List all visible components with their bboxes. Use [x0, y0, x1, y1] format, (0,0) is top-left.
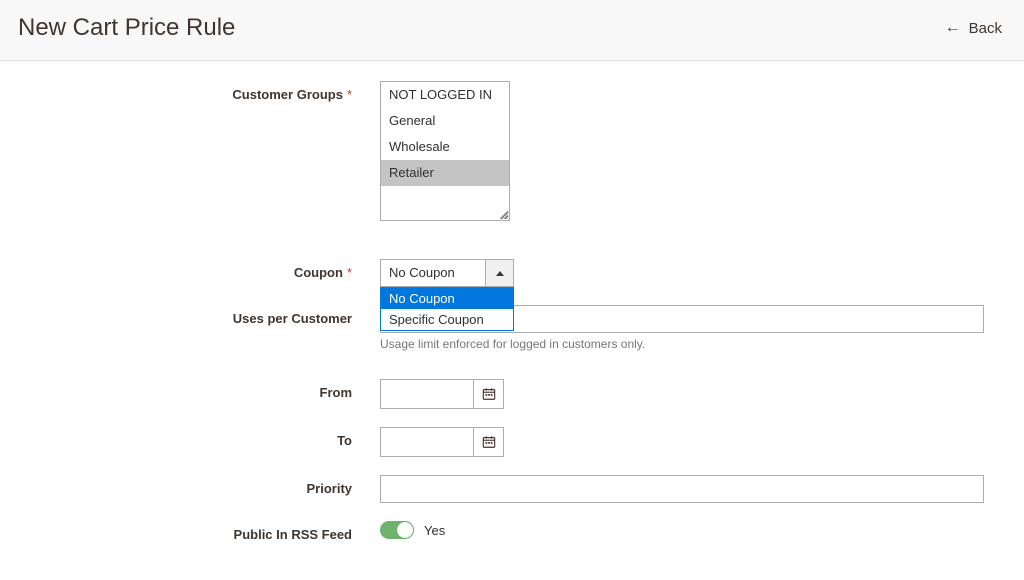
- calendar-icon: [482, 435, 496, 449]
- required-star: *: [347, 87, 352, 102]
- resize-handle-icon[interactable]: [497, 208, 509, 220]
- from-calendar-button[interactable]: [474, 379, 504, 409]
- toggle-knob: [397, 522, 413, 538]
- page-title: New Cart Price Rule: [18, 14, 235, 42]
- from-date-input[interactable]: [380, 379, 474, 409]
- back-button[interactable]: ← Back: [945, 19, 1002, 37]
- to-calendar-button[interactable]: [474, 427, 504, 457]
- field-to: To: [0, 427, 1004, 457]
- public-rss-toggle[interactable]: [380, 521, 414, 539]
- label-from: From: [0, 379, 380, 400]
- page-header: New Cart Price Rule ← Back: [0, 0, 1024, 61]
- customer-groups-multiselect[interactable]: NOT LOGGED INGeneralWholesaleRetailer: [380, 81, 510, 221]
- label-customer-groups: Customer Groups*: [0, 81, 380, 102]
- coupon-option[interactable]: No Coupon: [381, 288, 513, 309]
- field-public-rss: Public In RSS Feed Yes: [0, 521, 1004, 542]
- label-coupon: Coupon*: [0, 259, 380, 280]
- label-priority: Priority: [0, 475, 380, 496]
- coupon-select[interactable]: No Coupon No CouponSpecific Coupon: [380, 259, 514, 287]
- form: Customer Groups* NOT LOGGED INGeneralWho…: [0, 61, 1024, 580]
- label-uses-per-customer: Uses per Customer: [0, 305, 380, 326]
- field-coupon: Coupon* No Coupon No CouponSpecific Coup…: [0, 259, 1004, 287]
- uses-per-customer-hint: Usage limit enforced for logged in custo…: [380, 337, 984, 351]
- coupon-select-value: No Coupon: [380, 259, 486, 287]
- arrow-left-icon: ←: [945, 19, 961, 37]
- field-customer-groups: Customer Groups* NOT LOGGED INGeneralWho…: [0, 81, 1004, 221]
- customer-group-option[interactable]: NOT LOGGED IN: [381, 82, 509, 108]
- field-priority: Priority: [0, 475, 1004, 503]
- coupon-option[interactable]: Specific Coupon: [381, 309, 513, 330]
- public-rss-state-label: Yes: [424, 523, 445, 538]
- field-from: From: [0, 379, 1004, 409]
- label-to: To: [0, 427, 380, 448]
- customer-group-option[interactable]: Wholesale: [381, 134, 509, 160]
- coupon-select-toggle[interactable]: [486, 259, 514, 287]
- priority-input[interactable]: [380, 475, 984, 503]
- calendar-icon: [482, 387, 496, 401]
- customer-group-option[interactable]: Retailer: [381, 160, 509, 186]
- back-button-label: Back: [969, 20, 1002, 37]
- customer-group-option[interactable]: General: [381, 108, 509, 134]
- required-star: *: [347, 265, 352, 280]
- label-public-rss: Public In RSS Feed: [0, 521, 380, 542]
- chevron-up-icon: [496, 271, 504, 276]
- to-date-input[interactable]: [380, 427, 474, 457]
- coupon-dropdown: No CouponSpecific Coupon: [380, 287, 514, 331]
